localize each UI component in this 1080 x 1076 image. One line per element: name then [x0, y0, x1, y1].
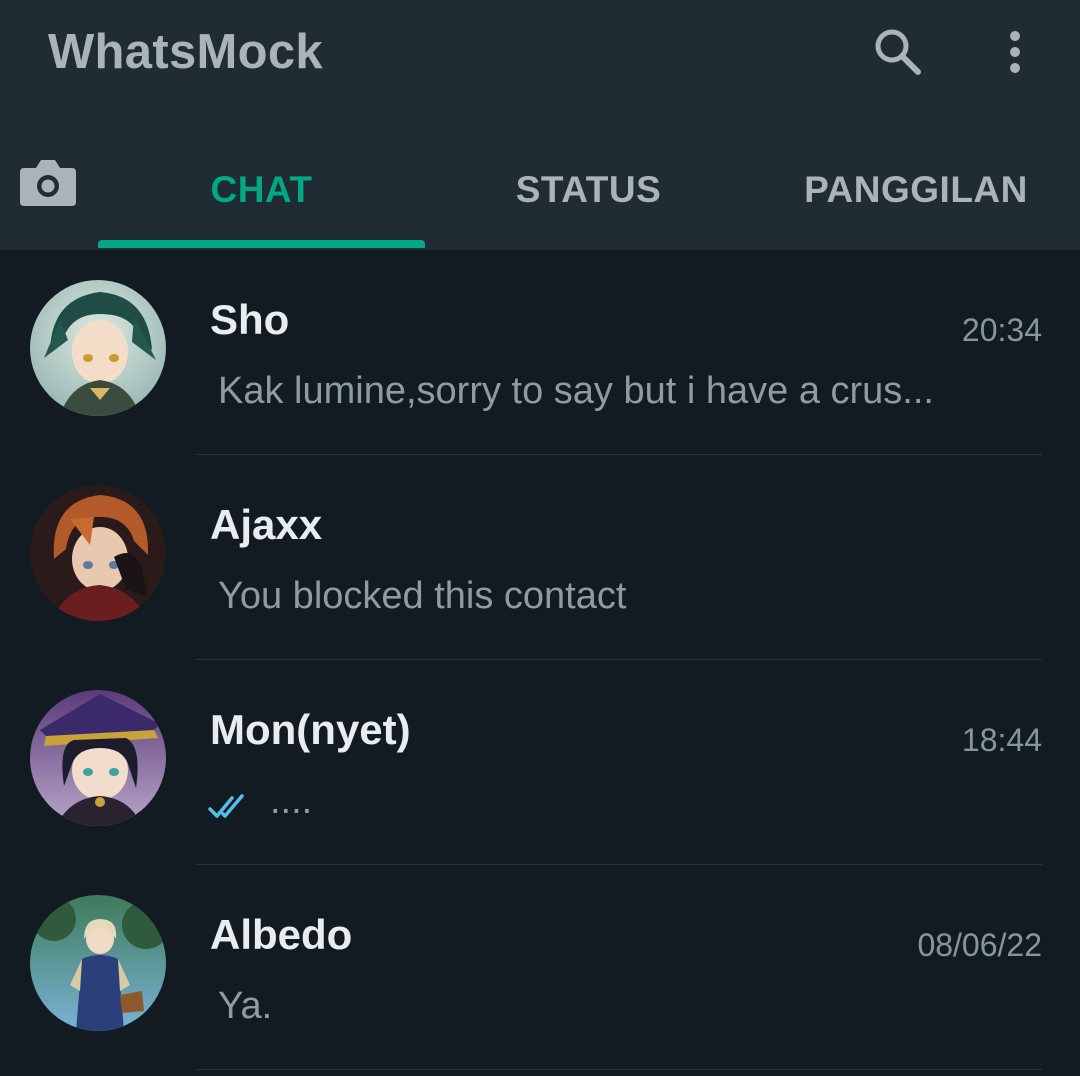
search-icon [875, 29, 921, 75]
whatsapp-screen: WhatsMock CHAT STATUS PANGGILAN Sho 20:3… [0, 0, 1080, 1076]
last-message-preview: Kak lumine,sorry to say but i have a cru… [218, 370, 934, 412]
chat-row-ajaxx[interactable]: Ajaxx You blocked this contact [0, 455, 1080, 660]
last-message-time: 18:44 [961, 722, 1042, 758]
app-title: WhatsMock [48, 25, 323, 79]
divider [196, 1068, 1042, 1070]
avatar[interactable] [30, 690, 166, 826]
tab-bar: CHAT STATUS PANGGILAN [0, 140, 1080, 250]
avatar[interactable] [30, 280, 166, 416]
last-message-preview: Ya. [218, 985, 273, 1027]
camera-tab[interactable] [18, 156, 80, 218]
chat-row-sho[interactable]: Sho 20:34 Kak lumine,sorry to say but i … [0, 250, 1080, 455]
chat-list: Sho 20:34 Kak lumine,sorry to say but i … [0, 250, 1080, 1070]
last-message-time: 20:34 [961, 312, 1042, 348]
camera-icon [20, 160, 76, 206]
active-tab-indicator [98, 240, 425, 248]
more-options-button[interactable] [990, 22, 1040, 82]
tab-chat[interactable]: CHAT [98, 140, 425, 240]
more-vertical-icon [1010, 31, 1020, 73]
tab-status[interactable]: STATUS [425, 140, 752, 240]
avatar[interactable] [30, 485, 166, 621]
avatar[interactable] [30, 895, 166, 1031]
search-button[interactable] [866, 22, 930, 82]
app-header: WhatsMock CHAT STATUS PANGGILAN [0, 0, 1080, 250]
chat-row-monnyet[interactable]: Mon(nyet) 18:44 .... [0, 660, 1080, 865]
last-message-preview: You blocked this contact [218, 575, 627, 617]
last-message-time: 08/06/22 [917, 927, 1042, 963]
contact-name: Mon(nyet) [210, 706, 411, 753]
contact-name: Ajaxx [210, 501, 323, 548]
chat-row-albedo[interactable]: Albedo 08/06/22 Ya. [0, 865, 1080, 1070]
double-check-read-icon [208, 794, 244, 818]
contact-name: Albedo [210, 911, 353, 958]
last-message-preview: .... [270, 780, 313, 822]
tab-calls[interactable]: PANGGILAN [752, 140, 1080, 240]
contact-name: Sho [210, 296, 290, 343]
